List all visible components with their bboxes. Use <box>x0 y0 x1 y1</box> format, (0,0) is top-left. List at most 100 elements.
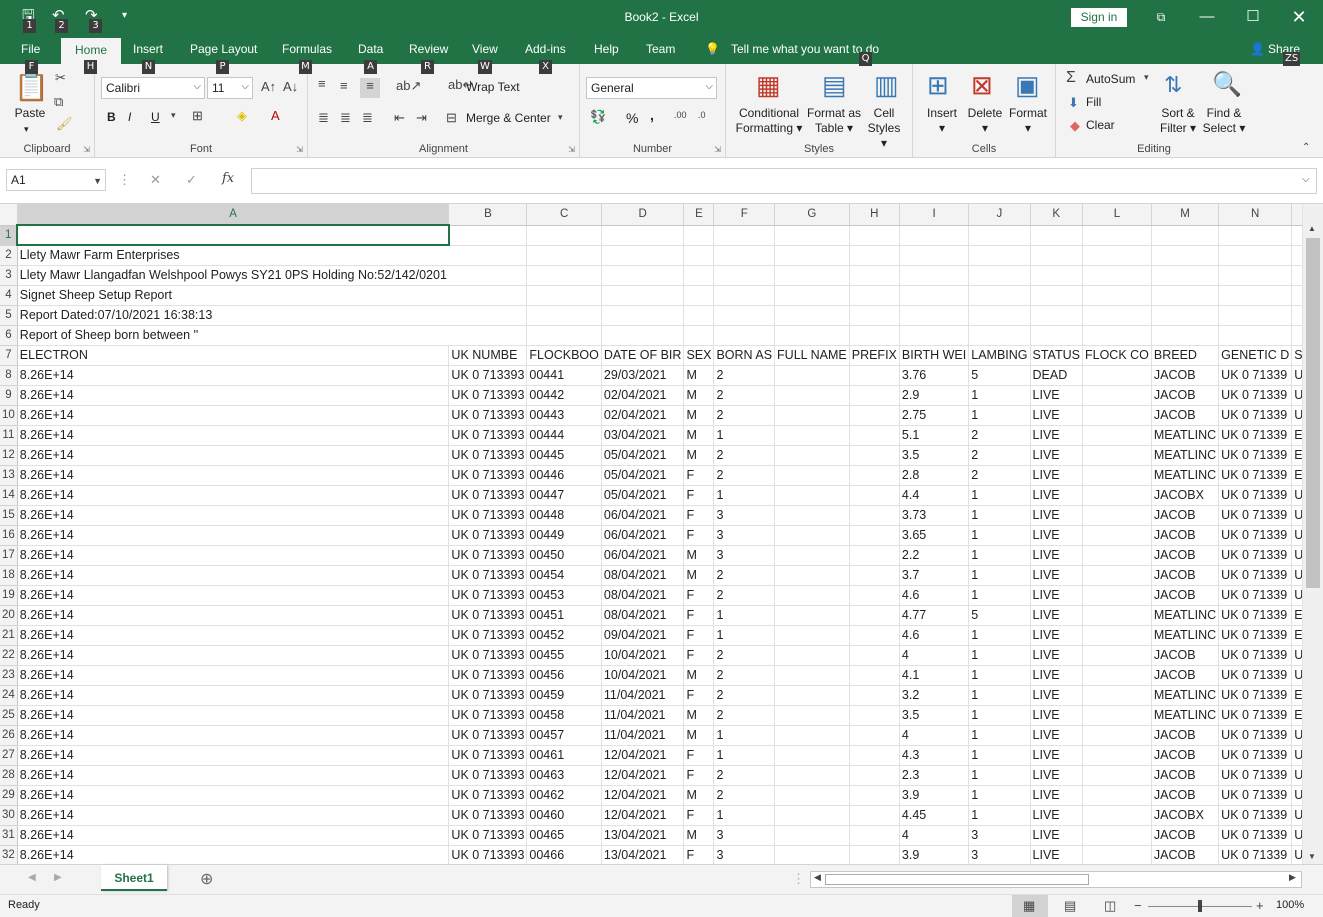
increase-decimal-icon[interactable]: .00 <box>674 110 687 120</box>
row-header[interactable]: 24 <box>0 685 18 706</box>
cell[interactable]: LIVE <box>1030 525 1083 546</box>
cell[interactable]: 2 <box>713 385 776 406</box>
cell[interactable] <box>849 385 900 406</box>
cell[interactable] <box>774 225 850 246</box>
cell[interactable]: GENETIC D <box>1218 345 1293 366</box>
cell[interactable] <box>774 385 850 406</box>
cell[interactable]: 06/04/2021 <box>601 545 685 566</box>
cell[interactable]: JACOB <box>1151 525 1220 546</box>
cell[interactable] <box>849 325 900 346</box>
cell[interactable] <box>1082 485 1152 506</box>
cell[interactable] <box>1082 385 1152 406</box>
cell[interactable]: 00453 <box>526 585 602 606</box>
tab-view[interactable]: View <box>472 42 498 56</box>
cell[interactable] <box>849 585 900 606</box>
cell[interactable]: 1 <box>713 625 776 646</box>
dialog-launcher-icon[interactable]: ⇲ <box>714 145 721 154</box>
row-header[interactable]: 12 <box>0 445 18 466</box>
font-name-box[interactable]: Calibri ⌵ <box>101 77 205 99</box>
cell[interactable] <box>1218 325 1293 346</box>
cell[interactable]: 8.26E+14 <box>17 625 450 646</box>
cell[interactable]: 05/04/2021 <box>601 485 685 506</box>
zoom-out-icon[interactable]: − <box>1134 898 1142 913</box>
row-header[interactable]: 16 <box>0 525 18 546</box>
cell[interactable]: 1 <box>968 485 1031 506</box>
cell[interactable] <box>448 225 528 246</box>
cell[interactable]: JACOB <box>1151 505 1220 526</box>
row-header[interactable]: 18 <box>0 565 18 586</box>
cell[interactable]: UK 0 72745 <box>1291 645 1302 666</box>
cell[interactable] <box>899 225 970 246</box>
cell[interactable]: 2 <box>968 465 1031 486</box>
cell[interactable]: LIVE <box>1030 645 1083 666</box>
cell[interactable] <box>849 445 900 466</box>
cell[interactable]: 09/04/2021 <box>601 625 685 646</box>
merge-icon[interactable]: ⊟ <box>446 110 457 126</box>
column-header[interactable]: O <box>1291 204 1302 226</box>
cell[interactable] <box>601 245 685 266</box>
cell[interactable]: EV:170389 <box>1291 705 1302 726</box>
cell[interactable]: F <box>683 685 715 706</box>
row-header[interactable]: 17 <box>0 545 18 566</box>
cell[interactable] <box>1082 425 1152 446</box>
cell[interactable]: 00451 <box>526 605 602 626</box>
cell[interactable]: M <box>683 785 715 806</box>
column-header[interactable]: B <box>448 204 528 226</box>
cell[interactable]: JACOB <box>1151 725 1220 746</box>
cell[interactable]: UK 0 71339 <box>1218 525 1293 546</box>
cell[interactable] <box>774 285 850 306</box>
cell[interactable] <box>774 245 850 266</box>
cell[interactable]: UK 0 72745 <box>1291 745 1302 766</box>
cell[interactable]: LIVE <box>1030 505 1083 526</box>
insert-cells-icon[interactable]: ⊞ <box>927 70 949 101</box>
top-align-icon[interactable]: ≡ <box>318 76 326 91</box>
cell[interactable]: JACOBX <box>1151 805 1220 826</box>
cell[interactable] <box>448 265 528 286</box>
cell[interactable]: MEATLINC <box>1151 445 1220 466</box>
cell[interactable]: UK 0 72745 <box>1291 725 1302 746</box>
percent-button[interactable]: % <box>626 111 638 126</box>
cell[interactable] <box>899 265 970 286</box>
cell[interactable] <box>849 625 900 646</box>
cell[interactable]: UK 0 713393 <box>448 825 528 846</box>
cell[interactable]: 00449 <box>526 525 602 546</box>
orientation-icon[interactable]: ab↗ <box>396 78 421 94</box>
cell[interactable]: 1 <box>968 725 1031 746</box>
cell[interactable] <box>1218 225 1293 246</box>
cell[interactable]: 08/04/2021 <box>601 585 685 606</box>
conditional-formatting-icon[interactable]: ▦ <box>756 70 781 101</box>
cell[interactable] <box>1030 285 1083 306</box>
delete-cells-icon[interactable]: ⊠ <box>971 70 993 101</box>
cell[interactable] <box>849 225 900 246</box>
cell[interactable]: UK 0 71339 <box>1218 805 1293 826</box>
expand-formula-bar-icon[interactable]: ⌵ <box>1302 174 1310 185</box>
cell[interactable] <box>683 325 715 346</box>
cell[interactable]: 3.65 <box>899 525 970 546</box>
cell[interactable] <box>849 705 900 726</box>
dialog-launcher-icon[interactable]: ⇲ <box>568 145 575 154</box>
cell[interactable] <box>774 745 850 766</box>
cell[interactable] <box>899 245 970 266</box>
cell[interactable]: 12/04/2021 <box>601 805 685 826</box>
cell[interactable]: JACOB <box>1151 825 1220 846</box>
borders-icon[interactable]: ⊞ <box>192 108 203 124</box>
cell[interactable]: UK 0 71339 <box>1218 845 1293 864</box>
cell[interactable]: UK 0 72745 <box>1291 765 1302 786</box>
cell[interactable] <box>1082 305 1152 326</box>
decrease-decimal-icon[interactable]: .0 <box>698 110 706 120</box>
cell[interactable]: 8.26E+14 <box>17 665 450 686</box>
cell[interactable]: UK 0 713393 <box>448 545 528 566</box>
cell[interactable]: STATUS <box>1030 345 1083 366</box>
cell[interactable] <box>1030 305 1083 326</box>
row-header[interactable]: 1 <box>0 225 18 246</box>
cell[interactable]: 3.5 <box>899 445 970 466</box>
cell[interactable]: 2 <box>713 785 776 806</box>
cell[interactable] <box>1082 765 1152 786</box>
cell[interactable] <box>1030 325 1083 346</box>
cell[interactable]: 2 <box>968 425 1031 446</box>
cell[interactable]: 8.26E+14 <box>17 825 450 846</box>
select-all-corner[interactable] <box>0 204 18 226</box>
cell[interactable] <box>601 325 685 346</box>
cell[interactable]: LIVE <box>1030 545 1083 566</box>
cell[interactable] <box>968 285 1031 306</box>
